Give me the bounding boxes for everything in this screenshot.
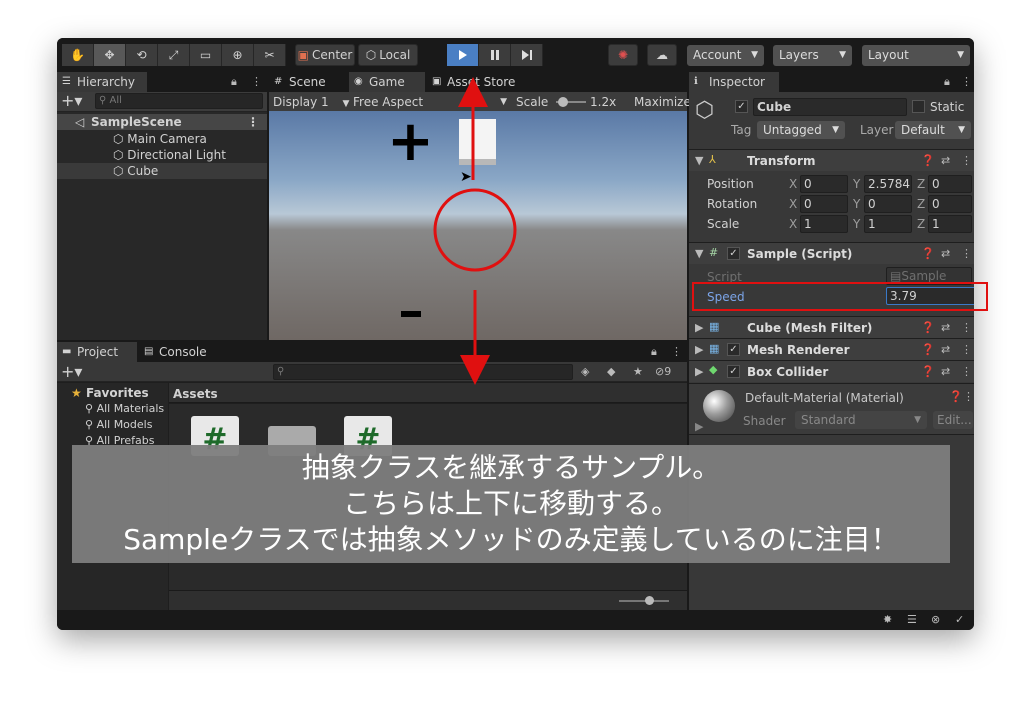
caption-line-2: こちらは上下に移動する。	[342, 487, 679, 520]
annotation-circle	[433, 188, 517, 272]
annotation-layer	[433, 77, 988, 385]
caption-overlay: 抽象クラスを継承するサンプル。 こちらは上下に移動する。 Sampleクラスでは…	[72, 445, 950, 563]
caption-line-1: 抽象クラスを継承するサンプル。	[301, 451, 721, 484]
speed-highlight-box	[692, 282, 988, 311]
caption-line-3: Sampleクラスでは抽象メソッドのみ定義しているのに注目！	[123, 523, 899, 556]
